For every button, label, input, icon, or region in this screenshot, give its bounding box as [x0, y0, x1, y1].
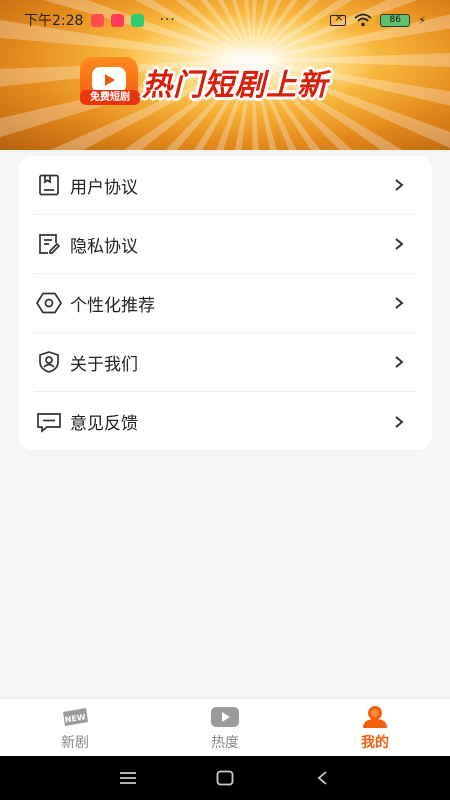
- charging-icon: ⚡: [418, 13, 426, 27]
- menu-item-personalized-recommendation[interactable]: 个性化推荐: [34, 274, 416, 333]
- gear-icon: [36, 290, 62, 316]
- back-icon: [317, 771, 327, 785]
- edit-document-icon: [36, 231, 62, 257]
- tab-label: 新剧: [61, 734, 89, 751]
- tab-new-dramas[interactable]: NEW 新剧: [0, 699, 150, 756]
- menu-item-label: 意见反馈: [70, 414, 138, 434]
- bottom-navigation: NEW 新剧 热度 我的: [0, 698, 450, 756]
- menu-icon: [120, 772, 137, 784]
- status-bar: 下午2:28 ··· 86 ⚡: [0, 0, 450, 40]
- no-sim-icon: [330, 11, 347, 26]
- notification-app-icon: [131, 13, 145, 27]
- tab-trending[interactable]: 热度: [150, 699, 300, 756]
- new-badge-icon: NEW: [60, 704, 90, 730]
- user-shield-icon: [36, 349, 62, 375]
- battery-icon: 86: [380, 13, 411, 27]
- settings-menu: 用户协议 隐私协议 个性化推荐 关于我们 意见反馈: [18, 156, 432, 450]
- chevron-right-icon: [395, 297, 404, 309]
- tab-label: 我的: [361, 734, 389, 751]
- video-play-icon: [210, 704, 240, 730]
- tab-label: 热度: [211, 734, 239, 751]
- back-button[interactable]: [302, 758, 342, 798]
- more-notifications-icon: ···: [159, 12, 176, 28]
- logo-tag: 免费短剧: [80, 90, 140, 105]
- system-navigation-bar: [0, 756, 450, 800]
- status-time: 下午2:28: [24, 13, 84, 29]
- chevron-right-icon: [395, 238, 404, 250]
- document-icon: [36, 172, 62, 198]
- status-indicators: 86 ⚡: [330, 11, 426, 27]
- notification-app-icon: [111, 13, 125, 27]
- profile-icon: [361, 704, 389, 730]
- menu-item-user-agreement[interactable]: 用户协议: [34, 156, 416, 215]
- menu-item-label: 用户协议: [70, 177, 138, 198]
- menu-item-label: 隐私协议: [70, 236, 138, 257]
- wifi-icon: [354, 13, 372, 27]
- menu-item-label: 关于我们: [70, 354, 138, 375]
- chevron-right-icon: [395, 179, 404, 191]
- banner-slogan: 热门短剧上新: [142, 68, 328, 103]
- message-icon: [36, 409, 62, 435]
- chevron-right-icon: [395, 415, 404, 428]
- menu-button[interactable]: [108, 758, 148, 798]
- chevron-right-icon: [395, 356, 404, 368]
- home-button[interactable]: [205, 758, 245, 798]
- home-icon: [216, 770, 234, 786]
- menu-item-about-us[interactable]: 关于我们: [34, 333, 416, 392]
- menu-item-privacy-agreement[interactable]: 隐私协议: [34, 215, 416, 274]
- menu-item-label: 个性化推荐: [70, 295, 155, 316]
- tab-mine[interactable]: 我的: [300, 699, 450, 756]
- notification-app-icon: [91, 13, 105, 27]
- menu-item-feedback[interactable]: 意见反馈: [34, 392, 416, 451]
